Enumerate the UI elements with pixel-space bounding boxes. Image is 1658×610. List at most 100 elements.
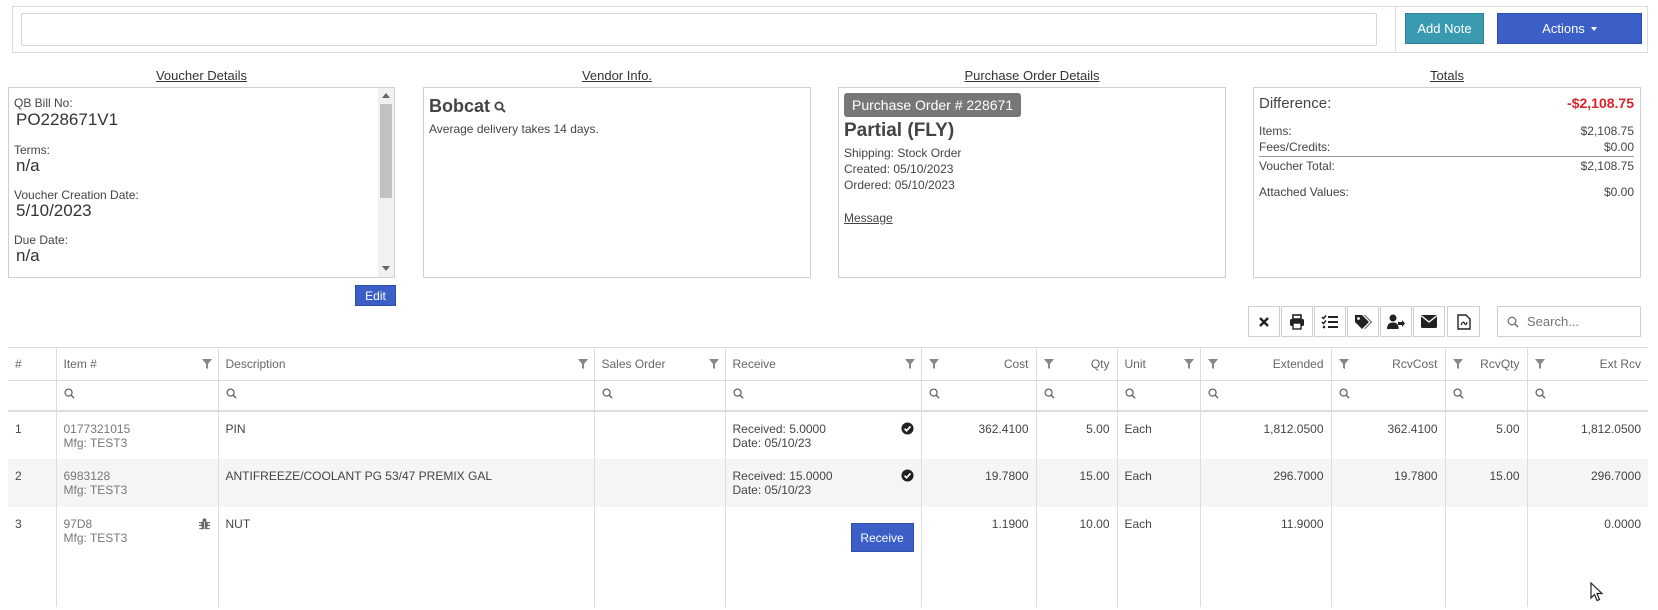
scrollbar[interactable] (378, 88, 394, 277)
cost-cell: 1.1900 (921, 507, 1037, 607)
search-icon (928, 388, 940, 399)
fees-label: Fees/Credits: (1259, 140, 1331, 154)
due-date-value: n/a (16, 246, 40, 265)
col-header-rcvqty-label: RcvQty (1480, 356, 1520, 371)
rcvqty-cell: 5.00 (1445, 411, 1528, 459)
grid-search-input[interactable] (1527, 314, 1627, 329)
filter-icon[interactable] (904, 359, 915, 369)
note-bar: Add Note Actions (12, 6, 1648, 53)
received-qty: Received: 15.0000 (732, 469, 833, 483)
scrollbar-thumb[interactable] (380, 104, 392, 198)
filter-icon[interactable] (928, 359, 939, 369)
filter-cell[interactable] (56, 380, 219, 412)
attached-values-label: Attached Values: (1259, 185, 1349, 199)
item-number[interactable]: 97D8 (64, 517, 211, 531)
col-header-item[interactable]: Item # (56, 348, 219, 381)
received-date: Date: 05/10/23 (732, 436, 812, 450)
description-cell: PIN (218, 411, 595, 459)
filter-cell[interactable] (594, 380, 726, 412)
divider (1259, 156, 1634, 157)
receive-info: Received: 15.0000 Date: 05/10/23 (733, 469, 914, 497)
col-header-receive[interactable]: Receive (725, 348, 922, 381)
voucher-details-panel: QB Bill No: PO228671V1 Terms: n/a Vouche… (8, 87, 395, 278)
tags-button[interactable] (1347, 306, 1379, 337)
col-header-rcvqty[interactable]: RcvQty (1445, 348, 1528, 381)
bug-icon[interactable] (198, 517, 211, 530)
filter-cell[interactable] (1445, 380, 1528, 412)
col-header-cost[interactable]: Cost (921, 348, 1037, 381)
filter-icon[interactable] (1043, 359, 1054, 369)
col-header-rcvcost[interactable]: RcvCost (1331, 348, 1446, 381)
table-row[interactable]: 1 0177321015 Mfg: TEST3 PIN Received: 5.… (8, 411, 1648, 459)
filter-cell[interactable] (1331, 380, 1446, 412)
assign-user-button[interactable] (1380, 306, 1412, 337)
ext-rcv-cell: 296.7000 (1527, 459, 1648, 507)
item-mfg: Mfg: TEST3 (63, 483, 128, 497)
extended-cell: 11.9000 (1200, 507, 1332, 607)
grid-search[interactable] (1497, 306, 1641, 337)
filter-icon[interactable] (1452, 359, 1463, 369)
attached-values-value: $0.00 (1603, 185, 1634, 199)
item-cell: 6983128 Mfg: TEST3 (56, 459, 219, 507)
search-icon (63, 388, 75, 399)
filter-cell[interactable] (1036, 380, 1118, 412)
filter-cell[interactable] (1527, 380, 1648, 412)
po-created-date: Created: 05/10/2023 (844, 162, 954, 176)
col-header-qty[interactable]: Qty (1036, 348, 1118, 381)
filter-icon[interactable] (577, 359, 588, 369)
message-link[interactable]: Message (844, 211, 893, 225)
rcvqty-cell (1445, 507, 1528, 607)
col-header-sales-order-label: Sales Order (601, 356, 666, 371)
filter-cell[interactable] (725, 380, 922, 412)
item-number[interactable]: 0177321015 (64, 422, 211, 436)
search-icon (601, 388, 613, 399)
filter-cell[interactable] (921, 380, 1037, 412)
fees-value: $0.00 (1603, 140, 1634, 154)
actions-label: Actions (1542, 21, 1585, 36)
item-number[interactable]: 6983128 (64, 469, 211, 483)
filter-icon[interactable] (201, 359, 212, 369)
note-input[interactable] (21, 13, 1377, 46)
filter-icon[interactable] (1183, 359, 1194, 369)
col-header-sales-order[interactable]: Sales Order (594, 348, 726, 381)
scroll-down-arrow-icon[interactable] (382, 266, 390, 271)
search-icon[interactable] (494, 101, 506, 113)
table-row[interactable]: 2 6983128 Mfg: TEST3 ANTIFREEZE/COOLANT … (8, 459, 1648, 507)
totals-title: Totals (1430, 68, 1464, 83)
vendor-name[interactable]: Bobcat (429, 96, 506, 117)
col-header-number[interactable]: # (8, 348, 57, 381)
checklist-button[interactable] (1314, 306, 1346, 337)
table-row[interactable]: 3 97D8 Mfg: TEST3 NUT Receive 1.1900 10.… (8, 507, 1648, 607)
received-date: Date: 05/10/23 (732, 483, 812, 497)
add-note-button[interactable]: Add Note (1405, 13, 1484, 44)
scroll-up-arrow-icon[interactable] (382, 93, 390, 98)
edit-voucher-button[interactable]: Edit (355, 285, 396, 306)
email-button[interactable] (1413, 306, 1445, 337)
filter-icon[interactable] (1534, 359, 1545, 369)
qty-cell: 15.00 (1036, 459, 1118, 507)
terms-value: n/a (16, 156, 40, 175)
close-button[interactable] (1248, 306, 1280, 337)
qb-bill-no-value: PO228671V1 (16, 110, 119, 129)
voucher-total-row: Voucher Total: $2,108.75 (1259, 159, 1634, 173)
col-header-extended[interactable]: Extended (1200, 348, 1332, 381)
filter-icon[interactable] (1207, 359, 1218, 369)
unit-cell: Each (1117, 411, 1201, 459)
export-pdf-button[interactable] (1447, 306, 1480, 337)
difference-row: Difference: -$2,108.75 (1259, 95, 1634, 112)
filter-icon[interactable] (708, 359, 719, 369)
receive-cell: Received: 15.0000 Date: 05/10/23 (725, 459, 922, 507)
search-icon (1452, 388, 1464, 399)
col-header-ext-rcv[interactable]: Ext Rcv (1527, 348, 1648, 381)
col-header-unit[interactable]: Unit (1117, 348, 1201, 381)
sales-order-cell (594, 411, 726, 459)
filter-icon[interactable] (1338, 359, 1349, 369)
filter-cell[interactable] (218, 380, 595, 412)
actions-button[interactable]: Actions (1497, 13, 1642, 44)
receive-button[interactable]: Receive (850, 523, 914, 552)
col-header-description[interactable]: Description (218, 348, 595, 381)
filter-cell[interactable] (1117, 380, 1201, 412)
row-number: 2 (8, 459, 57, 507)
print-button[interactable] (1281, 306, 1313, 337)
filter-cell[interactable] (1200, 380, 1332, 412)
